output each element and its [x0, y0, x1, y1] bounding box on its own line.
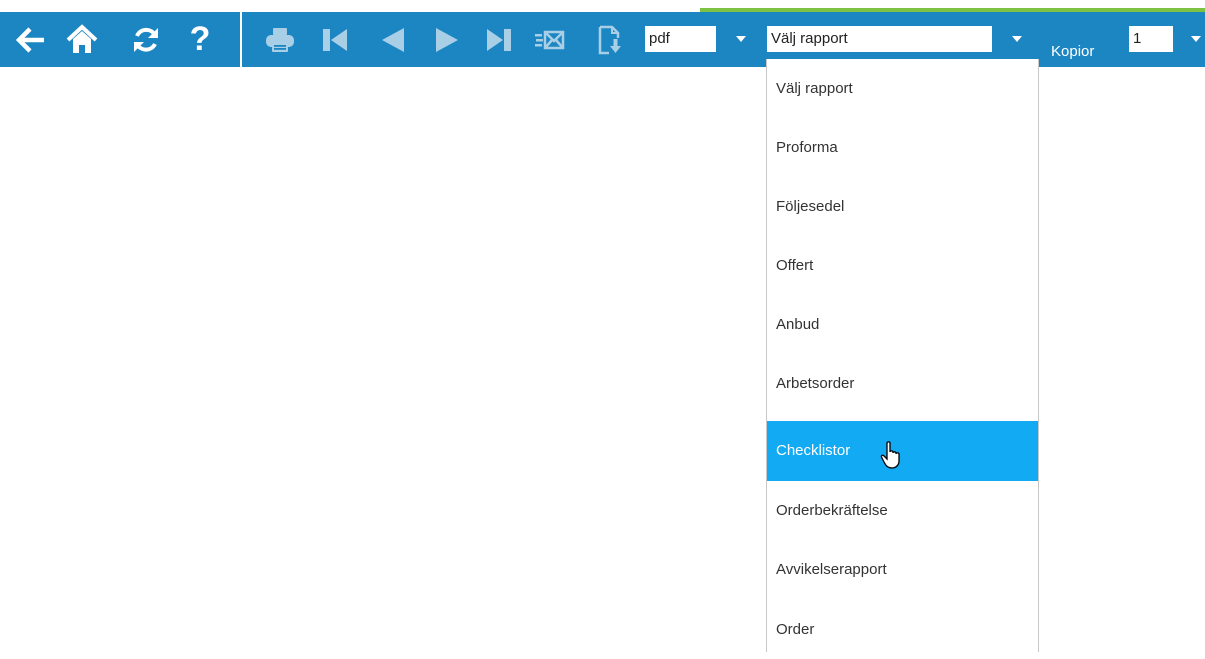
report-option[interactable]: Arbetsorder [767, 354, 1038, 413]
report-option[interactable]: Följesedel [767, 177, 1038, 236]
previous-page-icon [382, 27, 404, 52]
report-dropdown-list: Välj rapport Proforma Följesedel Offert … [766, 59, 1039, 652]
report-option[interactable]: Order [767, 600, 1038, 659]
refresh-button[interactable] [128, 12, 164, 67]
copies-select-caret[interactable] [1186, 25, 1205, 53]
report-option[interactable]: Avvikelserapport [767, 540, 1038, 599]
chevron-down-icon [736, 36, 746, 42]
report-option[interactable]: Anbud [767, 295, 1038, 354]
export-button[interactable] [594, 12, 626, 67]
next-page-icon [436, 27, 458, 52]
chevron-down-icon [1190, 36, 1201, 42]
help-icon: ? [189, 20, 211, 58]
print-icon [266, 27, 294, 52]
send-email-button[interactable] [532, 12, 566, 67]
first-page-icon [323, 28, 347, 51]
help-button[interactable]: ? [186, 12, 214, 67]
last-page-button[interactable] [482, 12, 516, 67]
copies-label: Kopior [1051, 43, 1095, 60]
toolbar-separator [240, 12, 242, 67]
first-page-button[interactable] [318, 12, 352, 67]
next-page-button[interactable] [430, 12, 464, 67]
back-arrow-icon [16, 26, 44, 53]
chevron-down-icon [1012, 36, 1022, 42]
report-select[interactable]: Välj rapport [766, 25, 993, 53]
top-strip [0, 0, 1205, 12]
home-button[interactable] [62, 12, 102, 67]
refresh-icon [134, 27, 158, 52]
print-button[interactable] [262, 12, 298, 67]
back-button[interactable] [14, 12, 48, 67]
report-select-caret[interactable] [1006, 25, 1028, 53]
report-option[interactable]: Orderbekräftelse [767, 481, 1038, 540]
report-option[interactable]: Proforma [767, 118, 1038, 177]
report-option[interactable]: Välj rapport [767, 59, 1038, 118]
format-select[interactable]: pdf [644, 25, 717, 53]
report-option[interactable]: Offert [767, 236, 1038, 295]
format-select-caret[interactable] [730, 25, 752, 53]
home-icon [66, 23, 98, 53]
send-email-icon [535, 30, 565, 49]
last-page-icon [487, 28, 511, 51]
copies-select[interactable]: 1 [1128, 25, 1174, 53]
export-icon [598, 25, 621, 54]
hand-cursor-icon [880, 441, 904, 474]
previous-page-button[interactable] [376, 12, 410, 67]
